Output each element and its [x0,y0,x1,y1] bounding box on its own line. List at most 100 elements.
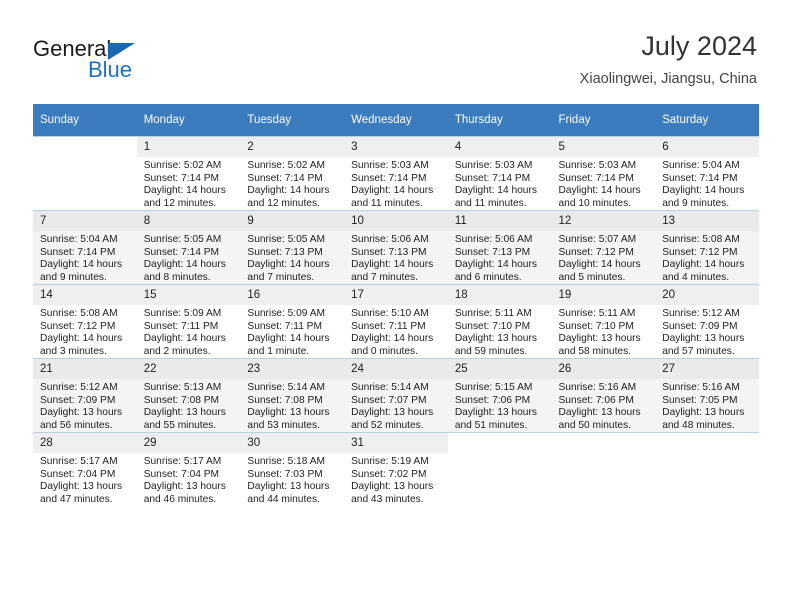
day-sun-details: Sunrise: 5:15 AM Sunset: 7:06 PM Dayligh… [454,382,537,431]
calendar-day-cell-empty [655,432,759,506]
weekday-header-saturday: Saturday [655,104,759,136]
day-number: 9 [240,211,345,231]
calendar-day-cell[interactable]: 24 Sunrise: 5:14 AM Sunset: 7:07 PM Dayli… [344,358,448,432]
day-sun-details: Sunrise: 5:11 AM Sunset: 7:10 PM Dayligh… [558,308,641,357]
calendar-day-cell[interactable]: 9 Sunrise: 5:05 AM Sunset: 7:13 PM Daylig… [240,210,345,284]
day-number: 16 [240,285,345,305]
day-sun-details: Sunrise: 5:10 AM Sunset: 7:11 PM Dayligh… [351,308,434,357]
day-sun-details: Sunrise: 5:17 AM Sunset: 7:04 PM Dayligh… [40,456,123,505]
calendar-day-cell[interactable]: 30 Sunrise: 5:18 AM Sunset: 7:03 PM Dayli… [240,432,345,506]
calendar-day-cell[interactable]: 23 Sunrise: 5:14 AM Sunset: 7:08 PM Dayli… [240,358,345,432]
weekday-header-monday: Monday [136,104,241,136]
calendar-day-cell-empty [447,432,552,506]
day-number: 1 [136,137,241,157]
location-subtitle: Xiaolingwei, Jiangsu, China [579,71,757,87]
calendar-day-cell[interactable]: 7 Sunrise: 5:04 AM Sunset: 7:14 PM Daylig… [33,210,137,284]
day-number: 17 [344,285,448,305]
calendar-day-cell[interactable]: 19 Sunrise: 5:11 AM Sunset: 7:10 PM Dayli… [551,284,656,358]
day-number: 23 [240,359,345,379]
calendar-table: Sunday Monday Tuesday Wednesday Thursday… [33,104,759,506]
calendar-page: General Blue July 2024 Xiaolingwei, Jian… [0,0,792,612]
day-sun-details: Sunrise: 5:04 AM Sunset: 7:14 PM Dayligh… [662,160,745,209]
calendar-day-cell-empty [551,432,656,506]
day-number: 21 [33,359,137,379]
day-number: 22 [136,359,241,379]
day-number: 3 [344,137,448,157]
day-sun-details: Sunrise: 5:16 AM Sunset: 7:05 PM Dayligh… [662,382,745,431]
day-number: 26 [551,359,656,379]
calendar-day-cell[interactable]: 11 Sunrise: 5:06 AM Sunset: 7:13 PM Dayli… [447,210,552,284]
weekday-header-wednesday: Wednesday [344,104,448,136]
calendar-week-row: 28 Sunrise: 5:17 AM Sunset: 7:04 PM Dayli… [33,432,759,506]
weekday-header-friday: Friday [551,104,656,136]
day-number: 2 [240,137,345,157]
calendar-day-cell[interactable]: 21 Sunrise: 5:12 AM Sunset: 7:09 PM Dayli… [33,358,137,432]
calendar-day-cell[interactable]: 2 Sunrise: 5:02 AM Sunset: 7:14 PM Daylig… [240,136,345,210]
day-sun-details: Sunrise: 5:12 AM Sunset: 7:09 PM Dayligh… [662,308,745,357]
calendar-day-cell[interactable]: 14 Sunrise: 5:08 AM Sunset: 7:12 PM Dayli… [33,284,137,358]
weekday-header-sunday: Sunday [33,104,137,136]
day-sun-details: Sunrise: 5:03 AM Sunset: 7:14 PM Dayligh… [351,160,434,209]
page-title: July 2024 [641,31,757,61]
day-number: 7 [33,211,137,231]
calendar-day-cell[interactable]: 13 Sunrise: 5:08 AM Sunset: 7:12 PM Dayli… [655,210,759,284]
day-number: 29 [136,433,241,453]
calendar-week-row: 1 Sunrise: 5:02 AM Sunset: 7:14 PM Daylig… [33,136,759,210]
calendar-week-row: 7 Sunrise: 5:04 AM Sunset: 7:14 PM Daylig… [33,210,759,284]
day-number: 12 [551,211,656,231]
title-block: July 2024 Xiaolingwei, Jiangsu, China [580,30,757,89]
weekday-header-tuesday: Tuesday [240,104,345,136]
calendar-day-cell[interactable]: 29 Sunrise: 5:17 AM Sunset: 7:04 PM Dayli… [136,432,241,506]
calendar-day-cell[interactable]: 15 Sunrise: 5:09 AM Sunset: 7:11 PM Dayli… [136,284,241,358]
calendar-day-cell[interactable]: 31 Sunrise: 5:19 AM Sunset: 7:02 PM Dayli… [344,432,448,506]
calendar-day-cell[interactable]: 28 Sunrise: 5:17 AM Sunset: 7:04 PM Dayli… [33,432,137,506]
logo-text-blue: Blue [88,57,133,82]
calendar-day-cell[interactable]: 10 Sunrise: 5:06 AM Sunset: 7:13 PM Dayli… [344,210,448,284]
calendar-header-row: Sunday Monday Tuesday Wednesday Thursday… [33,104,759,136]
day-number: 19 [551,285,656,305]
calendar-day-cell[interactable]: 18 Sunrise: 5:11 AM Sunset: 7:10 PM Dayli… [447,284,552,358]
day-number: 24 [344,359,448,379]
calendar-day-cell[interactable]: 1 Sunrise: 5:02 AM Sunset: 7:14 PM Daylig… [136,136,241,210]
general-blue-logo[interactable]: General Blue [33,36,233,86]
day-number: 10 [344,211,448,231]
calendar-week-row: 14 Sunrise: 5:08 AM Sunset: 7:12 PM Dayli… [33,284,759,358]
day-sun-details: Sunrise: 5:09 AM Sunset: 7:11 PM Dayligh… [143,308,226,357]
day-number: 27 [655,359,759,379]
calendar-day-cell[interactable]: 6 Sunrise: 5:04 AM Sunset: 7:14 PM Daylig… [655,136,759,210]
calendar-body: 1 Sunrise: 5:02 AM Sunset: 7:14 PM Daylig… [33,136,759,506]
day-sun-details: Sunrise: 5:08 AM Sunset: 7:12 PM Dayligh… [662,234,745,283]
calendar-day-cell[interactable]: 17 Sunrise: 5:10 AM Sunset: 7:11 PM Dayli… [344,284,448,358]
day-number: 14 [33,285,137,305]
day-sun-details: Sunrise: 5:14 AM Sunset: 7:08 PM Dayligh… [247,382,330,431]
day-number: 13 [655,211,759,231]
calendar-day-cell[interactable]: 4 Sunrise: 5:03 AM Sunset: 7:14 PM Daylig… [447,136,552,210]
calendar-day-cell[interactable]: 12 Sunrise: 5:07 AM Sunset: 7:12 PM Dayli… [551,210,656,284]
day-number: 11 [447,211,552,231]
day-number: 6 [655,137,759,157]
day-sun-details: Sunrise: 5:18 AM Sunset: 7:03 PM Dayligh… [247,456,330,505]
day-sun-details: Sunrise: 5:12 AM Sunset: 7:09 PM Dayligh… [40,382,123,431]
weekday-header-thursday: Thursday [447,104,552,136]
calendar-day-cell[interactable]: 16 Sunrise: 5:09 AM Sunset: 7:11 PM Dayli… [240,284,345,358]
calendar-day-cell[interactable]: 5 Sunrise: 5:03 AM Sunset: 7:14 PM Daylig… [551,136,656,210]
day-sun-details: Sunrise: 5:05 AM Sunset: 7:13 PM Dayligh… [247,234,330,283]
calendar-day-cell[interactable]: 8 Sunrise: 5:05 AM Sunset: 7:14 PM Daylig… [136,210,241,284]
day-number: 31 [344,433,448,453]
calendar-day-cell[interactable]: 22 Sunrise: 5:13 AM Sunset: 7:08 PM Dayli… [136,358,241,432]
day-sun-details: Sunrise: 5:06 AM Sunset: 7:13 PM Dayligh… [454,234,537,283]
day-sun-details: Sunrise: 5:16 AM Sunset: 7:06 PM Dayligh… [558,382,641,431]
day-sun-details: Sunrise: 5:08 AM Sunset: 7:12 PM Dayligh… [40,308,123,357]
day-number: 8 [136,211,241,231]
day-sun-details: Sunrise: 5:02 AM Sunset: 7:14 PM Dayligh… [247,160,330,209]
day-number: 15 [136,285,241,305]
day-sun-details: Sunrise: 5:13 AM Sunset: 7:08 PM Dayligh… [143,382,226,431]
calendar-day-cell[interactable]: 27 Sunrise: 5:16 AM Sunset: 7:05 PM Dayli… [655,358,759,432]
day-sun-details: Sunrise: 5:05 AM Sunset: 7:14 PM Dayligh… [143,234,226,283]
calendar-day-cell[interactable]: 25 Sunrise: 5:15 AM Sunset: 7:06 PM Dayli… [447,358,552,432]
day-sun-details: Sunrise: 5:17 AM Sunset: 7:04 PM Dayligh… [143,456,226,505]
calendar-day-cell[interactable]: 3 Sunrise: 5:03 AM Sunset: 7:14 PM Daylig… [344,136,448,210]
day-sun-details: Sunrise: 5:11 AM Sunset: 7:10 PM Dayligh… [454,308,537,357]
calendar-day-cell[interactable]: 26 Sunrise: 5:16 AM Sunset: 7:06 PM Dayli… [551,358,656,432]
calendar-day-cell[interactable]: 20 Sunrise: 5:12 AM Sunset: 7:09 PM Dayli… [655,284,759,358]
